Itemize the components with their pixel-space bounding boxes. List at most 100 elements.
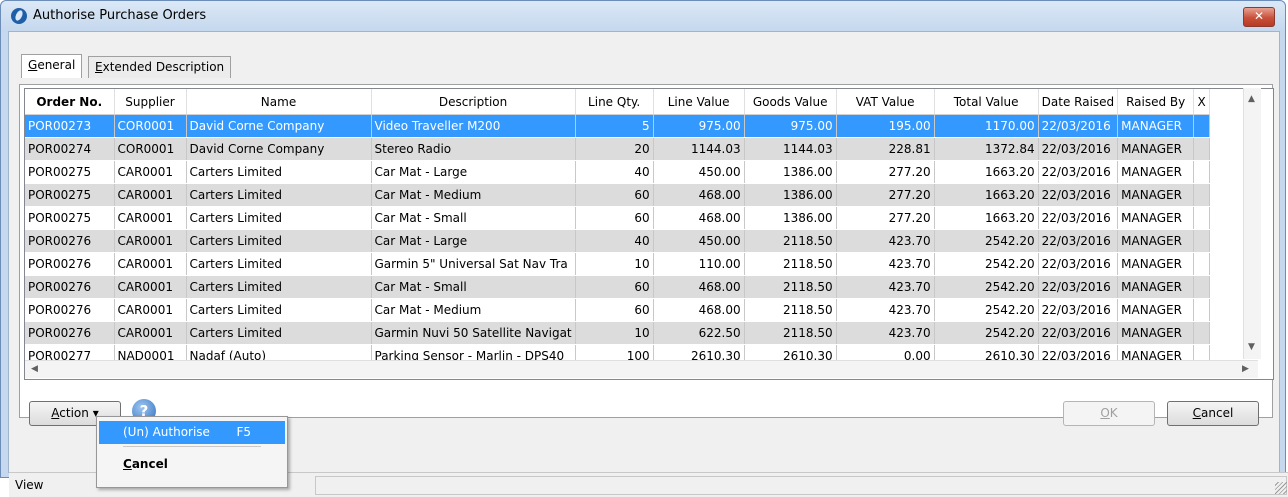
col-header-date-raised[interactable]: Date Raised	[1038, 89, 1119, 115]
tab-extended-label: xtended Description	[102, 60, 225, 74]
table-cell: 22/03/2016	[1038, 160, 1119, 184]
table-cell: David Corne Company	[186, 137, 372, 161]
table-cell: 1386.00	[744, 160, 837, 184]
purchase-orders-grid[interactable]: Order No. Supplier Name Description Line…	[24, 88, 1274, 380]
col-header-x[interactable]: X	[1193, 89, 1211, 115]
table-cell: POR00276	[25, 321, 115, 345]
table-cell	[1193, 252, 1211, 276]
col-header-line-value[interactable]: Line Value	[653, 89, 745, 115]
table-cell: 1372.84	[934, 137, 1039, 161]
table-cell: MANAGER	[1117, 298, 1195, 322]
table-row[interactable]: POR00276 CAR0001 Carters Limited Car Mat - …	[25, 275, 1211, 299]
title-bar[interactable]: Authorise Purchase Orders ✕	[1, 1, 1285, 31]
col-header-line-qty[interactable]: Line Qty.	[575, 89, 654, 115]
vertical-scrollbar[interactable]: ▲ ▼	[1243, 88, 1261, 359]
menu-item-cancel[interactable]: Cancel	[99, 453, 285, 476]
table-cell: 2118.50	[744, 275, 837, 299]
table-cell: David Corne Company	[186, 114, 372, 138]
table-cell: 1144.03	[653, 137, 745, 161]
table-cell: COR0001	[114, 137, 187, 161]
table-row[interactable]: POR00276 CAR0001 Carters Limited Garmin 5" …	[25, 252, 1211, 276]
scroll-up-icon[interactable]: ▲	[1248, 94, 1255, 104]
action-menu: (Un) Authorise F5 Cancel	[96, 416, 288, 488]
table-row[interactable]: POR00276 CAR0001 Carters Limited Car Mat - …	[25, 229, 1211, 253]
cancel-mnemonic: C	[1192, 406, 1202, 420]
table-row[interactable]: POR00276 CAR0001 Carters Limited Garmin Nuv…	[25, 321, 1211, 345]
table-cell: 195.00	[836, 114, 935, 138]
table-cell: 22/03/2016	[1038, 137, 1119, 161]
horizontal-scrollbar[interactable]: ◀ ▶	[25, 360, 1258, 378]
table-cell: 60	[575, 183, 654, 207]
scroll-down-icon[interactable]: ▼	[1248, 342, 1255, 352]
table-cell: CAR0001	[114, 321, 187, 345]
table-cell: MANAGER	[1117, 114, 1195, 138]
ok-button[interactable]: OK	[1063, 401, 1155, 426]
table-cell: 2542.20	[934, 275, 1039, 299]
menu-item-shortcut: F5	[236, 425, 251, 439]
table-row[interactable]: POR00276 CAR0001 Carters Limited Car Mat - …	[25, 298, 1211, 322]
table-cell: 60	[575, 298, 654, 322]
table-cell: POR00276	[25, 229, 115, 253]
cancel-label: ancel	[1201, 406, 1234, 420]
tab-extended-description[interactable]: Extended Description	[88, 56, 232, 78]
table-cell	[1193, 321, 1211, 345]
scroll-left-icon[interactable]: ◀	[31, 364, 38, 374]
table-cell: CAR0001	[114, 252, 187, 276]
col-header-raised-by[interactable]: Raised By	[1117, 89, 1195, 115]
resize-grip-icon[interactable]	[1275, 482, 1287, 494]
table-cell	[1193, 160, 1211, 184]
col-header-total-value[interactable]: Total Value	[934, 89, 1039, 115]
table-cell: CAR0001	[114, 298, 187, 322]
table-row[interactable]: POR00275 CAR0001 Carters Limited Car Mat - …	[25, 183, 1211, 207]
cancel-button[interactable]: Cancel	[1167, 401, 1259, 426]
table-cell: Carters Limited	[186, 321, 372, 345]
table-cell: CAR0001	[114, 206, 187, 230]
table-cell: Car Mat - Large	[371, 160, 576, 184]
menu-item-unauthorise-label: (Un) Authorise	[123, 425, 210, 439]
col-header-supplier[interactable]: Supplier	[114, 89, 187, 115]
table-cell: 1144.03	[744, 137, 837, 161]
tab-extended-mnemonic: E	[95, 60, 103, 74]
col-header-vat-value[interactable]: VAT Value	[836, 89, 935, 115]
table-cell: MANAGER	[1117, 275, 1195, 299]
table-cell: Carters Limited	[186, 252, 372, 276]
table-cell: 22/03/2016	[1038, 229, 1119, 253]
col-header-goods-value[interactable]: Goods Value	[744, 89, 837, 115]
tab-general-mnemonic: G	[28, 58, 38, 72]
table-cell: 277.20	[836, 206, 935, 230]
table-cell: Video Traveller M200	[371, 114, 576, 138]
table-cell: 2542.20	[934, 252, 1039, 276]
table-cell: 40	[575, 229, 654, 253]
table-cell: MANAGER	[1117, 160, 1195, 184]
table-cell: 2118.50	[744, 252, 837, 276]
col-header-name[interactable]: Name	[186, 89, 372, 115]
table-row[interactable]: POR00273 COR0001 David Corne Company Video …	[25, 114, 1211, 138]
table-cell: Car Mat - Large	[371, 229, 576, 253]
tab-general[interactable]: General	[21, 54, 83, 78]
table-row[interactable]: POR00274 COR0001 David Corne Company Stereo…	[25, 137, 1211, 161]
table-cell: CAR0001	[114, 229, 187, 253]
table-cell: 1170.00	[934, 114, 1039, 138]
table-cell: 277.20	[836, 160, 935, 184]
table-cell: Car Mat - Medium	[371, 298, 576, 322]
table-cell: 468.00	[653, 275, 745, 299]
table-row[interactable]: POR00275 CAR0001 Carters Limited Car Mat - …	[25, 206, 1211, 230]
table-cell: Car Mat - Medium	[371, 183, 576, 207]
col-header-order-no[interactable]: Order No.	[25, 89, 115, 115]
close-button[interactable]: ✕	[1243, 7, 1275, 27]
table-cell: 22/03/2016	[1038, 183, 1119, 207]
table-cell: Carters Limited	[186, 206, 372, 230]
scroll-right-icon[interactable]: ▶	[1242, 364, 1249, 374]
table-row[interactable]: POR00275 CAR0001 Carters Limited Car Mat - …	[25, 160, 1211, 184]
table-cell: Garmin Nuvi 50 Satellite Navigat	[371, 321, 576, 345]
table-cell: CAR0001	[114, 275, 187, 299]
table-cell: CAR0001	[114, 160, 187, 184]
table-cell: 5	[575, 114, 654, 138]
table-cell	[1193, 183, 1211, 207]
table-cell: 423.70	[836, 298, 935, 322]
menu-item-unauthorise[interactable]: (Un) Authorise F5	[99, 421, 285, 444]
table-cell	[1193, 229, 1211, 253]
table-cell: 468.00	[653, 298, 745, 322]
table-cell: 40	[575, 160, 654, 184]
col-header-description[interactable]: Description	[371, 89, 576, 115]
